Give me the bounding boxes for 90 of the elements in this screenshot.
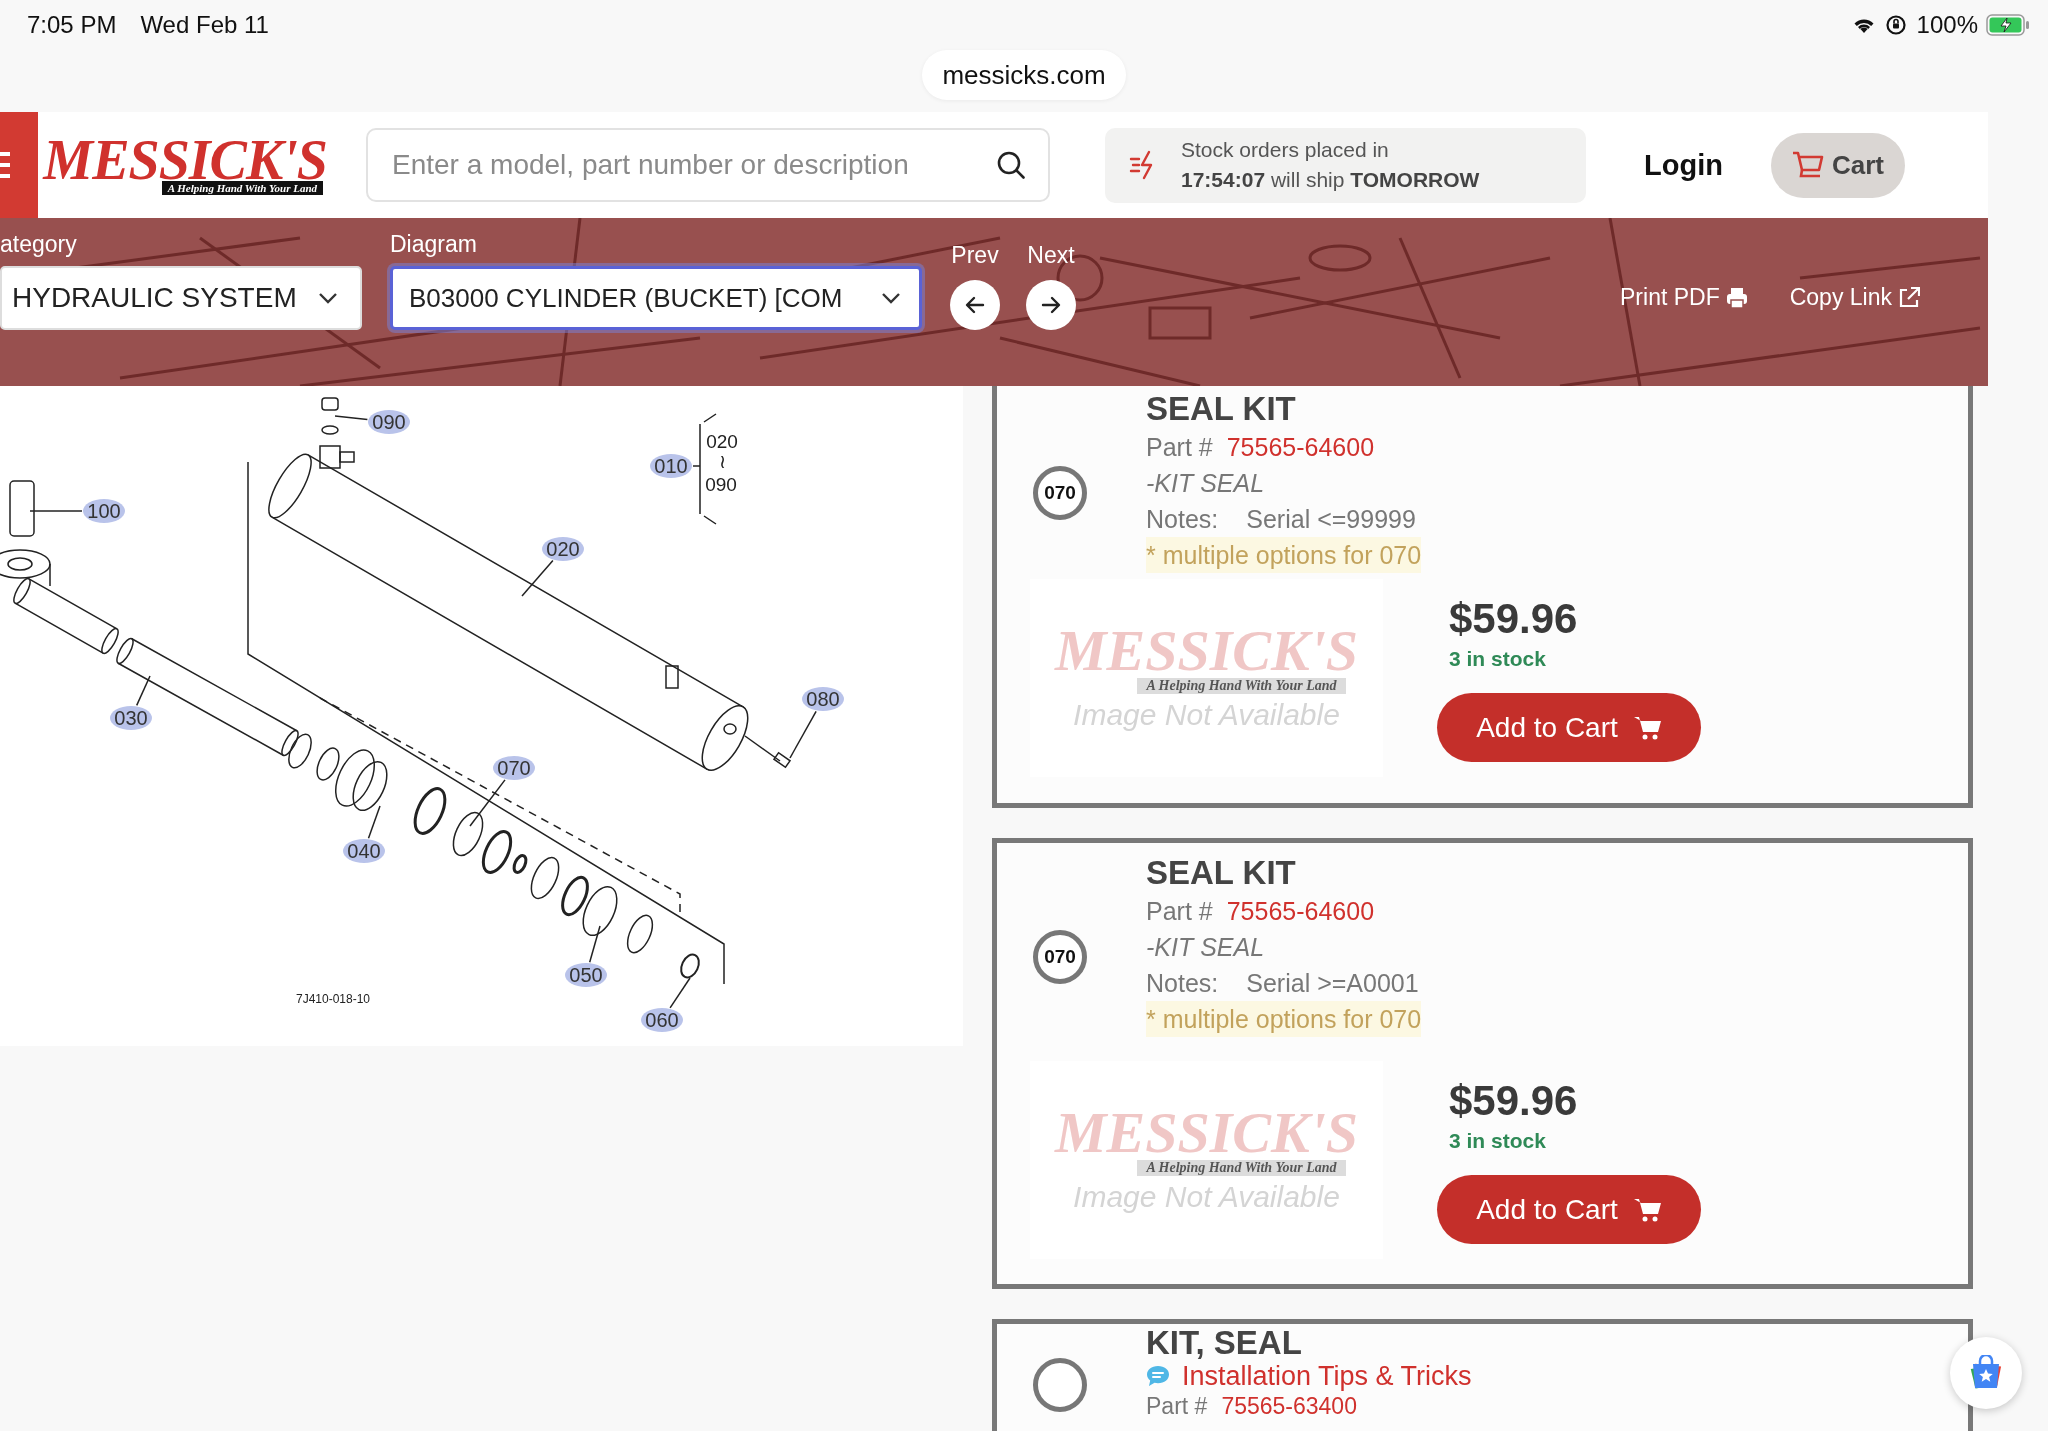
login-link[interactable]: Login [1644, 148, 1723, 182]
stock-status: 3 in stock [1449, 647, 1546, 671]
search-icon[interactable] [996, 150, 1026, 180]
cart-icon [1633, 1196, 1662, 1223]
field-label: ategory [0, 230, 78, 259]
callout-hotspot[interactable]: 020 [542, 537, 584, 561]
leader-line [334, 415, 369, 421]
leader-line [789, 710, 817, 759]
print-link[interactable]: Print PDF [1620, 284, 1748, 311]
callout-hotspot[interactable]: 030 [110, 706, 152, 730]
field-label: Part # [1146, 896, 1213, 927]
next-label: Next [1027, 242, 1075, 270]
part-number-link[interactable]: 75565-64600 [1226, 429, 1375, 465]
price-text: $59.96 [1449, 595, 1578, 643]
callout-hotspot[interactable]: 060 [641, 1008, 683, 1032]
leader-line [588, 925, 601, 963]
chevron-down-icon [318, 292, 338, 304]
chat-bubble-icon [1146, 1365, 1170, 1387]
callout-hotspot[interactable]: 070 [493, 756, 535, 780]
bushing-drawing [9, 480, 35, 537]
callout-hotspot[interactable]: 040 [343, 839, 385, 863]
field-label: Notes: [1146, 504, 1219, 535]
add-to-cart-button[interactable]: Add to Cart [1437, 1175, 1701, 1244]
clock-time: 7:05 PM [27, 11, 117, 39]
logo-wordmark: MESSICK'S [1054, 624, 1359, 678]
dropdown[interactable]: B03000 CYLINDER (BUCKET) [COM [390, 266, 922, 330]
field-label: Part # [1146, 432, 1213, 463]
chevron-down-icon [881, 292, 901, 304]
field-label: Notes: [1146, 968, 1219, 999]
options-note: * multiple options for 070 [1146, 537, 1422, 573]
tips-link[interactable]: Installation Tips & Tricks [1146, 1360, 1472, 1392]
leader-line [521, 559, 554, 597]
cart-button[interactable]: Cart [1770, 132, 1905, 198]
badge-ring [1033, 1358, 1087, 1412]
notes-text: Serial <=99999 [1246, 504, 1416, 535]
logo-tagline: A Helping Hand With Your Land [1136, 1160, 1347, 1176]
printer-icon [1725, 286, 1748, 309]
battery-percent: 100% [1916, 11, 1978, 39]
cart-icon [1633, 714, 1662, 741]
copy-link[interactable]: Copy Link [1789, 284, 1920, 311]
menu-button[interactable] [0, 112, 38, 218]
prev-label: Prev [951, 242, 999, 270]
part-number-link[interactable]: 75565-64600 [1226, 893, 1375, 929]
part-title: KIT, SEAL [1146, 1326, 1303, 1360]
callout-hotspot[interactable]: 050 [565, 963, 607, 987]
leader-line [469, 779, 506, 827]
notes-text: Serial >=A0001 [1246, 968, 1419, 999]
leader-line [692, 465, 701, 467]
options-note: * multiple options for 070 [1146, 1001, 1422, 1037]
part-title: SEAL KIT [1146, 389, 1297, 429]
callout-hotspot[interactable]: 010 [650, 454, 692, 478]
battery-icon [1986, 14, 2030, 36]
leader-line [669, 977, 691, 1009]
callout-hotspot[interactable]: 100 [83, 499, 125, 523]
stock-status: 3 in stock [1449, 1129, 1546, 1153]
dropdown[interactable]: HYDRAULIC SYSTEM [0, 266, 362, 330]
external-link-icon [1898, 286, 1920, 309]
leader-line [29, 510, 83, 512]
grease-fitting-drawing [744, 735, 792, 769]
logo-tagline: A Helping Hand With Your Land [1136, 678, 1347, 694]
address-bar[interactable]: messicks.com [922, 50, 1126, 100]
leader-line [135, 675, 151, 707]
part-title: SEAL KIT [1146, 853, 1297, 893]
cart-icon [1791, 150, 1824, 180]
part-description: -KIT SEAL [1146, 932, 1266, 963]
add-to-cart-button[interactable]: Add to Cart [1437, 693, 1701, 762]
callout-badge: 070 [1033, 930, 1087, 984]
orientation-lock-icon [1884, 14, 1907, 36]
shipping-text: Stock orders placed in [1181, 137, 1390, 163]
range-label: 020 [706, 431, 738, 452]
date-text: Wed Feb 11 [140, 11, 269, 39]
range-mark: ≀ [718, 451, 726, 472]
logo-wordmark: MESSICK'S [1054, 1106, 1359, 1160]
shopping-bag-button[interactable] [1950, 1337, 2022, 1409]
logo-tagline: A Helping Hand With Your Land [161, 181, 323, 195]
price-text: $59.96 [1449, 1077, 1578, 1125]
figure-code: 7J410-018-10 [295, 992, 371, 1006]
leader-line [367, 805, 381, 840]
range-label: 090 [705, 474, 737, 495]
callout-hotspot[interactable]: 080 [802, 687, 844, 711]
shopping-bag-icon [1968, 1355, 2004, 1391]
field-label: Diagram [390, 230, 478, 259]
menu-icon [0, 152, 10, 178]
shipping-countdown: 17:54:07 will ship TOMORROW [1181, 167, 1480, 193]
part-description: -KIT SEAL [1146, 468, 1266, 499]
callout-hotspot[interactable]: 090 [368, 410, 410, 434]
field-label: Part # [1146, 1392, 1208, 1420]
callout-badge: 070 [1033, 466, 1087, 520]
plug-drawing [321, 397, 339, 435]
part-number-link[interactable]: 75565-63400 [1221, 1392, 1357, 1420]
